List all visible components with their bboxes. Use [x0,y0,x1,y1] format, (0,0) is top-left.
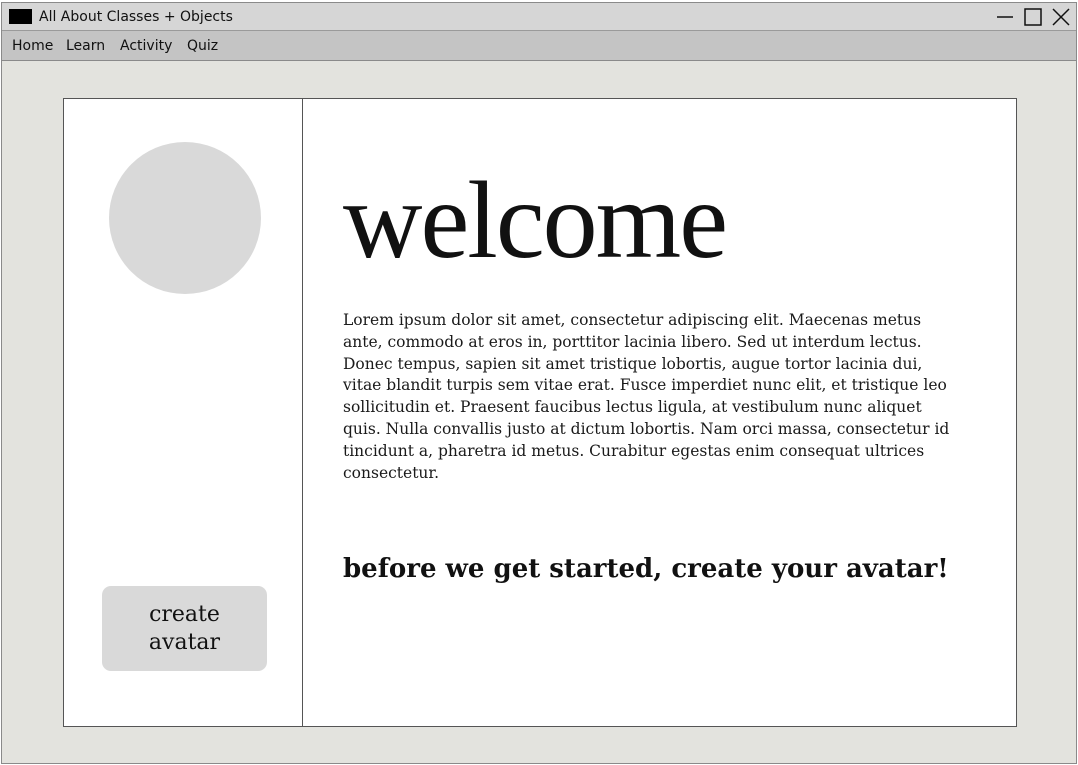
menu-item-activity[interactable]: Activity [120,38,172,55]
menu-item-quiz[interactable]: Quiz [187,38,218,55]
avatar-prompt-heading: before we get started, create your avata… [343,554,949,584]
menu-bar: Home Learn Activity Quiz [2,31,1076,61]
app-window: All About Classes + Objects Home Learn A… [1,2,1077,764]
title-bar[interactable]: All About Classes + Objects [2,3,1076,31]
maximize-icon[interactable] [1023,7,1043,27]
minimize-icon[interactable] [995,7,1015,27]
window-title: All About Classes + Objects [39,9,233,25]
menu-item-home[interactable]: Home [12,38,53,55]
menu-item-learn[interactable]: Learn [66,38,105,55]
main-content: welcome Lorem ipsum dolor sit amet, cons… [303,99,1016,726]
create-avatar-button[interactable]: create avatar [102,586,267,671]
welcome-card: create avatar welcome Lorem ipsum dolor … [63,98,1017,727]
app-icon [9,9,32,24]
create-avatar-button-label: create avatar [148,601,221,655]
page-title: welcome [343,159,728,281]
avatar-sidebar: create avatar [64,99,303,726]
intro-paragraph: Lorem ipsum dolor sit amet, consectetur … [343,311,950,482]
avatar-placeholder [109,142,261,294]
close-icon[interactable] [1051,7,1071,27]
